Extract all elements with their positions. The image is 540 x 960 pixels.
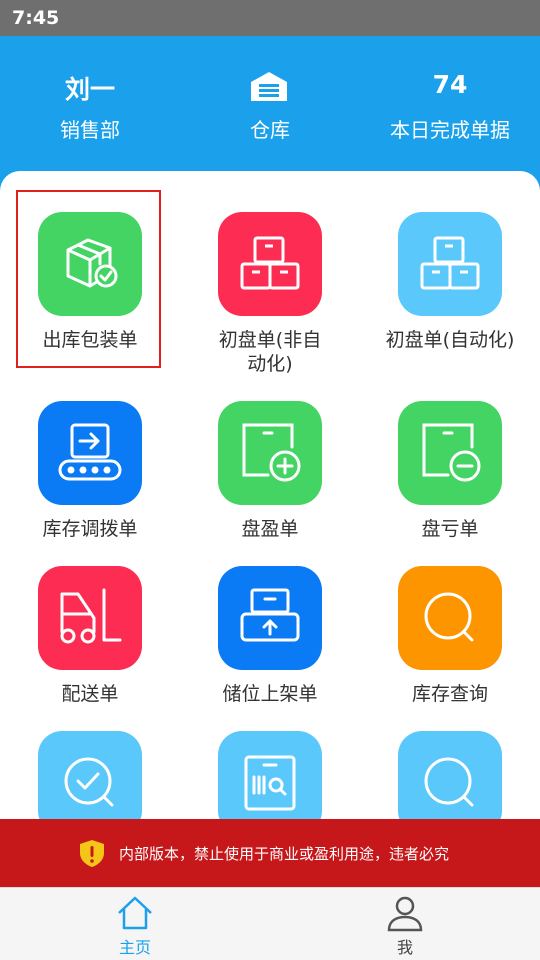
tile-label: 出库包装单	[42, 329, 138, 351]
warehouse-label: 仓库	[250, 118, 290, 142]
tile-label: 初盘单(非自动化)	[218, 329, 322, 375]
user-icon	[387, 896, 423, 932]
tile-label: 配送单	[61, 683, 119, 705]
package-check-icon	[38, 212, 142, 316]
internal-version-warning: 内部版本，禁止使用于商业或盈利用途，违者必究	[0, 819, 540, 887]
search-icon	[398, 731, 502, 831]
function-grid: 出库包装单 初盘单(非自动化) 初盘单(自动化) 库存调拨单 盘盈单 盘亏单 配…	[0, 171, 540, 831]
header: 刘一 销售部 仓库 74 本日完成单据	[0, 36, 540, 171]
tile-label: 盘盈单	[241, 518, 299, 540]
user-name: 刘一	[64, 75, 115, 104]
bottom-tab-bar: 主页 我	[0, 887, 540, 960]
boxes-icon	[398, 212, 502, 316]
tile-label: 库存调拨单	[42, 518, 138, 540]
tab-home-label: 主页	[118, 938, 151, 957]
completed-label: 本日完成单据	[390, 118, 510, 142]
tab-me[interactable]: 我	[270, 888, 540, 960]
forklift-icon	[38, 566, 142, 670]
shield-warning-icon	[80, 840, 104, 867]
conveyor-transfer-icon	[38, 401, 142, 505]
warning-text: 内部版本，禁止使用于商业或盈利用途，违者必究	[119, 845, 450, 863]
tile-label: 储位上架单	[222, 683, 318, 705]
barcode-scan-icon	[218, 731, 322, 831]
warehouse-icon	[251, 72, 287, 101]
box-plus-icon	[218, 401, 322, 505]
status-time: 7:45	[12, 7, 60, 29]
search-icon	[398, 566, 502, 670]
tab-me-label: 我	[396, 938, 413, 957]
box-minus-icon	[398, 401, 502, 505]
tile-label: 库存查询	[411, 683, 488, 705]
boxes-icon	[218, 212, 322, 316]
tile-label: 盘亏单	[421, 518, 479, 540]
tab-home[interactable]: 主页	[0, 888, 270, 960]
department-label: 销售部	[60, 118, 120, 142]
tile-label: 初盘单(自动化)	[385, 329, 515, 351]
search-check-icon	[38, 731, 142, 831]
completed-count: 74	[432, 70, 468, 99]
home-icon	[118, 896, 152, 930]
status-bar: 7:45	[0, 0, 540, 36]
shelf-upload-icon	[218, 566, 322, 670]
